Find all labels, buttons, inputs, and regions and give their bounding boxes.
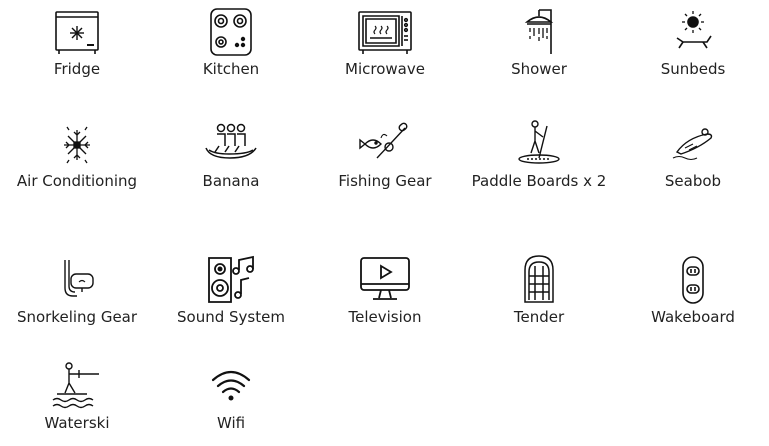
- amenity-microwave: Microwave: [308, 6, 462, 80]
- amenity-label: Fridge: [53, 60, 101, 78]
- amenity-label: Snorkeling Gear: [16, 308, 138, 326]
- amenity-seabob: Seabob: [616, 118, 769, 192]
- seabob-icon: [616, 118, 769, 170]
- wifi-icon: [154, 360, 308, 412]
- amenity-air-conditioning: Air Conditioning: [0, 118, 154, 192]
- wakeboard-icon: [616, 254, 769, 306]
- amenity-fridge: Fridge: [0, 6, 154, 80]
- amenity-paddle-boards: Paddle Boards x 2: [462, 118, 616, 192]
- amenity-tender: Tender: [462, 254, 616, 328]
- amenity-label: Waterski: [44, 414, 110, 432]
- amenity-label: Banana: [202, 172, 260, 190]
- dinghy-icon: [462, 254, 616, 306]
- snorkel-mask-icon: [0, 254, 154, 306]
- amenity-label: Microwave: [345, 60, 425, 78]
- amenity-wakeboard: Wakeboard: [616, 254, 769, 328]
- microwave-icon: [308, 6, 462, 58]
- amenities-grid: Fridge Kitchen Microwave Shower Sunbeds …: [0, 0, 769, 446]
- amenity-sound-system: Sound System: [154, 254, 308, 328]
- stove-icon: [154, 6, 308, 58]
- banana-boat-icon: [154, 118, 308, 170]
- tv-icon: [308, 254, 462, 306]
- amenity-label: Shower: [511, 60, 567, 78]
- speaker-music-icon: [154, 254, 308, 306]
- amenity-shower: Shower: [462, 6, 616, 80]
- snowflake-icon: [0, 118, 154, 170]
- sunbed-icon: [616, 6, 769, 58]
- amenity-label: Sunbeds: [660, 60, 726, 78]
- fridge-icon: [0, 6, 154, 58]
- amenity-snorkeling-gear: Snorkeling Gear: [0, 254, 154, 328]
- amenity-label: Fishing Gear: [338, 172, 432, 190]
- waterski-icon: [0, 360, 154, 412]
- paddle-board-icon: [462, 118, 616, 170]
- amenity-wifi: Wifi: [154, 360, 308, 434]
- amenity-label: Paddle Boards x 2: [471, 172, 607, 190]
- amenity-label: Tender: [513, 308, 565, 326]
- amenity-waterski: Waterski: [0, 360, 154, 434]
- shower-icon: [462, 6, 616, 58]
- amenity-label: Wifi: [216, 414, 246, 432]
- amenity-fishing-gear: Fishing Gear: [308, 118, 462, 192]
- amenity-label: Air Conditioning: [16, 172, 138, 190]
- amenity-label: Kitchen: [202, 60, 260, 78]
- amenity-label: Wakeboard: [651, 308, 735, 326]
- amenity-label: Television: [348, 308, 422, 326]
- amenity-television: Television: [308, 254, 462, 328]
- amenity-label: Seabob: [664, 172, 722, 190]
- amenity-banana: Banana: [154, 118, 308, 192]
- fishing-rod-icon: [308, 118, 462, 170]
- amenity-label: Sound System: [177, 308, 285, 326]
- amenity-kitchen: Kitchen: [154, 6, 308, 80]
- amenity-sunbeds: Sunbeds: [616, 6, 769, 80]
